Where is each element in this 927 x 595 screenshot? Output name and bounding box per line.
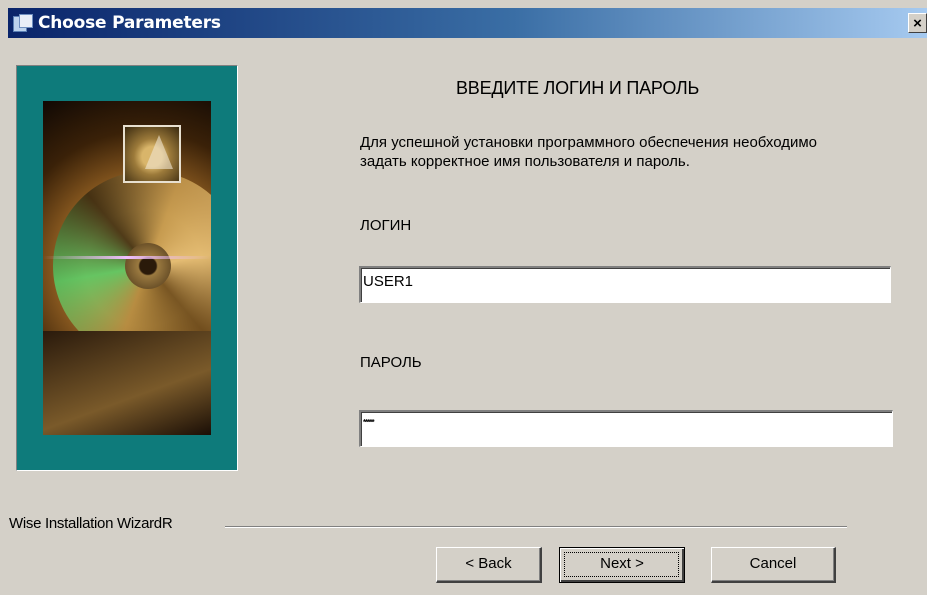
- wizard-brand-label: Wise Installation WizardR: [9, 515, 173, 532]
- disc-inset-image: [123, 125, 181, 183]
- cancel-button-label: Cancel: [749, 555, 797, 572]
- setup-app-icon: [12, 14, 33, 32]
- password-input[interactable]: *****: [359, 410, 893, 447]
- next-button[interactable]: Next >: [559, 547, 685, 583]
- login-input[interactable]: USER1: [359, 266, 891, 303]
- next-button-label: Next >: [600, 555, 644, 572]
- login-label: ЛОГИН: [360, 217, 412, 234]
- title-bar[interactable]: Choose Parameters ×: [8, 8, 927, 38]
- footer-divider: [225, 526, 847, 528]
- back-button-label: < Back: [465, 555, 512, 572]
- installer-banner: [16, 65, 238, 471]
- cancel-button[interactable]: Cancel: [711, 547, 836, 583]
- window-title: Choose Parameters: [38, 13, 221, 33]
- page-heading: ВВЕДИТЕ ЛОГИН И ПАРОЛЬ: [456, 78, 700, 98]
- back-button[interactable]: < Back: [436, 547, 542, 583]
- close-icon[interactable]: ×: [908, 13, 927, 33]
- installer-disc-image: [43, 101, 211, 435]
- password-label: ПАРОЛЬ: [360, 354, 422, 371]
- page-description: Для успешной установки программного обес…: [360, 134, 818, 170]
